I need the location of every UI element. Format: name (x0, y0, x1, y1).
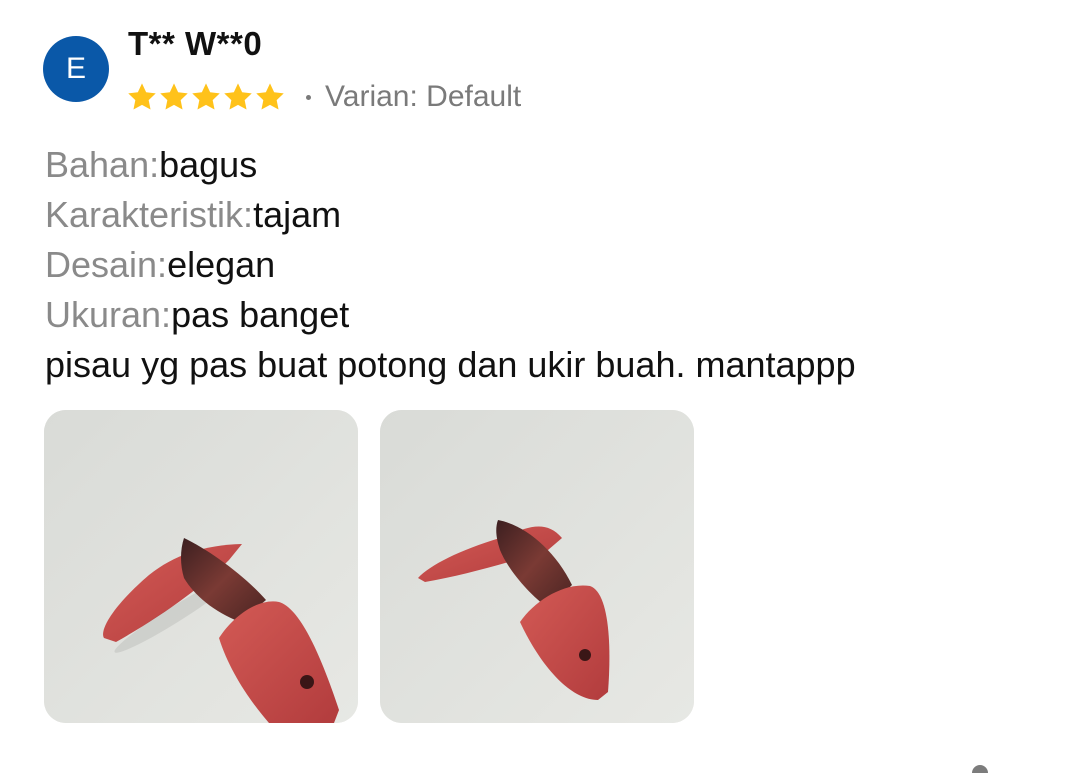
review-comment: pisau yg pas buat potong dan ukir buah. … (45, 344, 856, 385)
star-icon (160, 83, 188, 110)
attribute-karakteristik: Karakteristik:tajam (45, 190, 349, 240)
star-icon (224, 83, 252, 110)
review-photo-1[interactable] (44, 410, 358, 723)
attribute-key: Bahan: (45, 144, 160, 185)
attribute-value: tajam (253, 194, 342, 235)
star-icon (256, 83, 284, 110)
attribute-desain: Desain:elegan (45, 240, 349, 290)
star-icon (192, 83, 220, 110)
star-icon (128, 83, 156, 110)
knife-photo (44, 410, 358, 723)
variant-label: Varian: Default (325, 80, 522, 113)
scroll-indicator (972, 765, 988, 773)
rating-row: Varian: Default (126, 78, 521, 116)
review-card: E T** W**0 Varian: Default Bahan:bagus K… (0, 0, 1080, 773)
attribute-key: Desain: (45, 244, 168, 285)
knife-photo (380, 410, 694, 723)
avatar: E (43, 36, 109, 102)
reviewer-name: T** W**0 (128, 25, 263, 62)
star-rating (126, 81, 286, 113)
attribute-key: Karakteristik: (45, 194, 254, 235)
attribute-value: bagus (159, 144, 258, 185)
attribute-key: Ukuran: (45, 294, 172, 335)
avatar-letter: E (65, 52, 86, 85)
attribute-value: pas banget (171, 294, 350, 335)
separator-dot (306, 94, 311, 100)
attribute-ukuran: Ukuran:pas banget (45, 290, 349, 340)
attribute-bahan: Bahan:bagus (45, 140, 349, 190)
attribute-value: elegan (167, 244, 276, 285)
attribute-list: Bahan:bagus Karakteristik:tajam Desain:e… (45, 140, 349, 340)
review-photo-2[interactable] (380, 410, 694, 723)
